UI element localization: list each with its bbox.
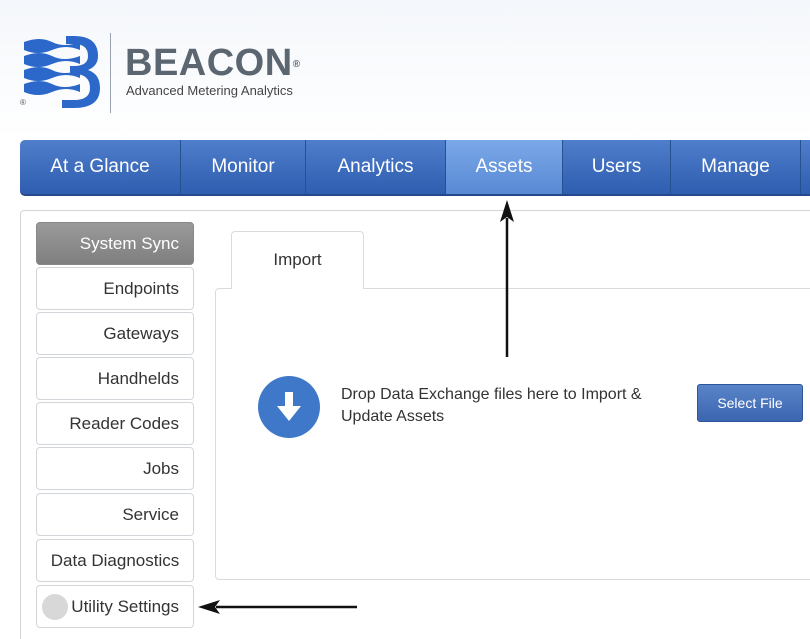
brand-tagline: Advanced Metering Analytics — [126, 83, 293, 98]
sidebar-item-data-diagnostics[interactable]: Data Diagnostics — [36, 539, 194, 582]
sidebar-item-label: Utility Settings — [71, 597, 179, 616]
sidebar-item-endpoints[interactable]: Endpoints — [36, 267, 194, 310]
sidebar-item-system-sync[interactable]: System Sync — [36, 222, 194, 265]
nav-analytics[interactable]: Analytics — [306, 140, 446, 194]
download-arrow-glyph — [277, 392, 301, 421]
nav-manage[interactable]: Manage — [671, 140, 801, 194]
main-nav: At a Glance Monitor Analytics Assets Use… — [20, 140, 810, 196]
tab-import[interactable]: Import — [231, 231, 364, 289]
nav-at-a-glance[interactable]: At a Glance — [20, 140, 181, 194]
toggle-knob-icon — [42, 594, 68, 620]
brand-name-text: BEACON — [125, 42, 293, 84]
sidebar-item-utility-settings[interactable]: Utility Settings — [36, 585, 194, 628]
nav-overflow — [801, 140, 810, 194]
nav-monitor[interactable]: Monitor — [181, 140, 306, 194]
sidebar-item-service[interactable]: Service — [36, 493, 194, 536]
app-header: ® BEACON® Advanced Metering Analytics — [0, 0, 810, 140]
sidebar-item-reader-codes[interactable]: Reader Codes — [36, 402, 194, 445]
sidebar-item-jobs[interactable]: Jobs — [36, 447, 194, 490]
select-file-button[interactable]: Select File — [697, 384, 803, 422]
logo-divider — [110, 33, 111, 113]
nav-assets[interactable]: Assets — [446, 140, 563, 194]
brand-trademark: ® — [292, 59, 301, 70]
sidebar-item-handhelds[interactable]: Handhelds — [36, 357, 194, 400]
drop-zone-text: Drop Data Exchange files here to Import … — [341, 386, 642, 425]
beacon-logo-icon — [24, 36, 100, 108]
brand-name: BEACON® — [125, 44, 301, 82]
download-arrow-icon[interactable] — [258, 376, 320, 438]
sidebar-item-gateways[interactable]: Gateways — [36, 312, 194, 355]
registered-mark: ® — [20, 98, 26, 107]
nav-users[interactable]: Users — [563, 140, 671, 194]
